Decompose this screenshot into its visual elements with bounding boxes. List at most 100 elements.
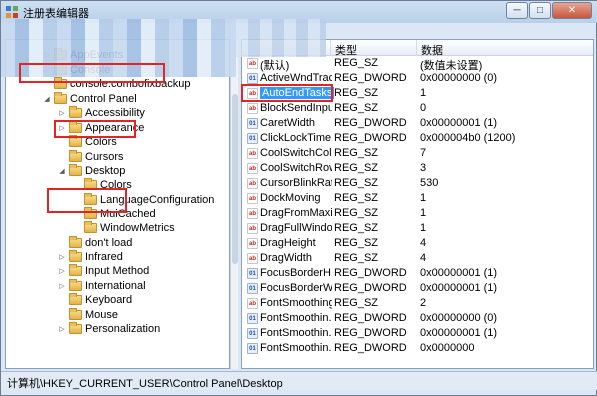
folder-icon [69,135,82,147]
binary-value-icon: 01 [247,328,258,339]
value-data: 0x00000000 (0) [420,72,498,84]
value-row[interactable]: ab DragHeight REG_SZ 4 [242,236,593,251]
value-row[interactable]: 01 ClickLockTime REG_DWORD 0x000004b0 (1200… [242,131,593,146]
tree-item[interactable]: Keyboard [58,293,132,307]
expand-arrow-icon[interactable]: ▷ [58,109,66,117]
expand-arrow-icon[interactable]: ▷ [58,253,66,261]
tree-item-label: Personalization [85,323,161,335]
expand-arrow-icon[interactable] [73,224,81,232]
status-bar: 计算机\HKEY_CURRENT_USER\Control Panel\Desk… [1,371,597,390]
tree-item-label: International [85,280,146,292]
expand-arrow-icon[interactable]: ▷ [58,267,66,275]
value-data: 0x00000001 (1) [420,267,498,279]
tree-item[interactable]: ▷ Personalization [58,322,160,336]
binary-value-icon: 01 [247,283,258,294]
value-row[interactable]: 01 CaretWidth REG_DWORD 0x00000001 (1) [242,116,593,131]
binary-value-icon: 01 [247,343,258,354]
expand-arrow-icon[interactable] [58,296,66,304]
registry-app-icon [6,6,18,18]
tree-item-label: don't load [85,237,133,249]
expand-arrow-icon[interactable] [58,239,66,247]
value-data: 0x00000001 (1) [420,327,498,339]
value-type: REG_SZ [334,57,379,69]
column-separator[interactable] [330,40,331,56]
tree-item[interactable]: ▷ Accessibility [58,106,145,120]
value-row[interactable]: abCoolSwitchRowsREG_SZ 3 [242,161,593,176]
tree-item[interactable]: ◢ Control Panel [43,92,137,106]
tree-item-label: Desktop [85,165,126,177]
binary-value-icon: 01 [247,268,258,279]
value-type: REG_DWORD [334,327,407,339]
folder-icon [69,150,82,162]
value-type: REG_SZ [334,147,379,159]
string-value-icon: ab [247,223,258,234]
tree-item[interactable]: ▷ Input Method [58,264,149,278]
string-value-icon: ab [247,163,258,174]
value-type: REG_SZ [334,237,379,249]
value-row[interactable]: 01FocusBorderW...REG_DWORD 0x00000001 (1) [242,281,593,296]
value-name: FontSmoothin... [260,327,332,339]
tree-item[interactable]: ▷ Infrared [58,250,123,264]
value-row[interactable]: 01 FontSmoothin... REG_DWORD 0x0000000 [242,341,593,356]
value-row[interactable]: 01 FontSmoothin... REG_DWORD 0x00000000 (0) [242,311,593,326]
value-data: 1 [420,87,427,99]
value-row[interactable]: ab DockMoving REG_SZ 1 [242,191,593,206]
value-row[interactable]: abCoolSwitchCol...REG_SZ 7 [242,146,593,161]
value-type: REG_SZ [334,207,379,219]
string-value-icon: ab [247,193,258,204]
value-name: BlockSendInpu... [260,102,332,114]
tree-item[interactable]: don't load [58,236,132,250]
folder-icon [54,92,67,104]
value-name: CaretWidth [260,117,316,129]
registry-editor-window: 注册表编辑器 ─ □ ✕ ▷AppEventsConsoleconsole.co… [0,0,597,396]
tree-item-label: Cursors [85,151,124,163]
expand-arrow-icon[interactable]: ▷ [58,282,66,290]
value-row[interactable]: 01 FontSmoothin... REG_DWORD 0x00000001 (1) [242,326,593,341]
expand-arrow-icon[interactable] [58,153,66,161]
tree-item-label: Control Panel [70,93,137,105]
tree-item[interactable]: Cursors [58,150,124,164]
tree-item[interactable]: ◢ Desktop [58,164,125,178]
value-data: 2 [420,297,427,309]
tree-item[interactable]: ▷ International [58,279,146,293]
tree-item[interactable]: Mouse [58,308,118,322]
folder-icon [69,279,82,291]
expand-arrow-icon[interactable]: ▷ [58,325,66,333]
tree-item-label: Mouse [85,309,119,321]
collapse-arrow-icon[interactable]: ◢ [58,167,66,175]
value-row[interactable]: 01FocusBorderH...REG_DWORD 0x00000001 (1) [242,266,593,281]
value-type: REG_DWORD [334,132,407,144]
value-type: REG_SZ [334,162,379,174]
value-data: 1 [420,192,427,204]
expand-arrow-icon[interactable] [58,138,66,146]
folder-icon [69,236,82,248]
value-data: 0x00000001 (1) [420,117,498,129]
value-row[interactable]: ab DragWidth REG_SZ 4 [242,251,593,266]
value-type: REG_DWORD [334,342,407,354]
close-button[interactable]: ✕ [552,2,592,19]
value-name: DragWidth [260,252,312,264]
value-type: REG_SZ [334,87,379,99]
value-row[interactable]: ab (默认) REG_SZ (数值未设置) [242,56,593,72]
value-row[interactable]: abCursorBlinkRateREG_SZ 530 [242,176,593,191]
value-row[interactable]: abDragFullWindo...REG_SZ 1 [242,221,593,236]
value-name: DragFromMaxi... [260,207,332,219]
value-row[interactable]: abDragFromMaxi...REG_SZ 1 [242,206,593,221]
tree-scrollbar[interactable] [230,39,238,369]
string-value-icon: ab [247,178,258,189]
expand-arrow-icon[interactable] [58,311,66,319]
value-name: ActiveWndTrac... [260,72,332,84]
folder-icon [69,164,82,176]
value-name: FocusBorderH... [260,267,332,279]
minimize-button[interactable]: ─ [506,2,528,19]
string-value-icon: ab [247,103,258,114]
collapse-arrow-icon[interactable]: ◢ [43,95,51,103]
value-data: 530 [420,177,439,189]
value-row[interactable]: ab FontSmoothing REG_SZ 2 [242,296,593,311]
tree-scrollbar-thumb[interactable] [232,94,238,264]
value-row[interactable]: abBlockSendInpu...REG_SZ 0 [242,101,593,116]
maximize-button[interactable]: □ [529,2,551,19]
column-separator[interactable] [416,40,417,56]
value-type: REG_SZ [334,102,379,114]
tree-item[interactable]: WindowMetrics [73,221,175,235]
